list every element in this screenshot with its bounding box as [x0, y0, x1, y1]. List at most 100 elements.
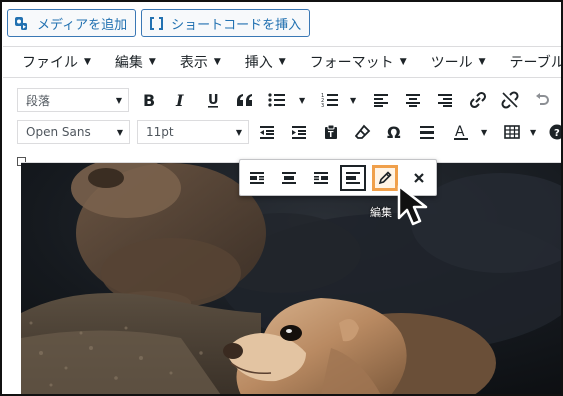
menu-table-label: テーブル: [509, 55, 563, 71]
paste-text-icon: T: [325, 124, 337, 139]
align-none-icon: [346, 172, 360, 184]
chevron-down-icon: ▼: [278, 57, 286, 67]
menu-insert-label: 挿入: [244, 55, 273, 71]
svg-text:A: A: [455, 124, 465, 140]
svg-text:U: U: [208, 93, 219, 108]
clear-formatting-icon: [355, 124, 371, 139]
special-character-button[interactable]: Ω: [383, 120, 407, 144]
chevron-down-icon: ▼: [399, 57, 407, 67]
media-icon: [14, 15, 31, 32]
toolbar-row-2: Open Sans ▼ 11pt ▼ T Ω A ▼ ▼ ?: [3, 115, 561, 151]
insert-shortcode-button[interactable]: ショートコードを挿入: [141, 9, 311, 37]
editor-window: メディアを追加 ショートコードを挿入 ファイル ▼ 編集 ▼ 表示 ▼ 挿入 ▼ フォー…: [0, 0, 563, 396]
menu-file[interactable]: ファイル ▼: [3, 52, 98, 72]
unlink-icon: [501, 91, 519, 109]
chevron-down-icon[interactable]: ▼: [299, 96, 305, 105]
chevron-down-icon: ▼: [235, 128, 242, 137]
svg-text:?: ?: [554, 128, 560, 139]
format-select[interactable]: 段落 ▼: [17, 88, 129, 112]
prairie-dog-photo[interactable]: [21, 163, 563, 395]
chevron-down-icon[interactable]: ▼: [481, 128, 487, 137]
align-center-button[interactable]: [401, 88, 425, 112]
insert-shortcode-label: ショートコードを挿入: [171, 17, 302, 33]
editor-menubar: ファイル ▼ 編集 ▼ 表示 ▼ 挿入 ▼ フォーマット ▼ ツール ▼ テーブル▼: [3, 46, 563, 78]
font-family-value: Open Sans: [26, 125, 91, 139]
undo-button[interactable]: [530, 88, 554, 112]
chevron-down-icon: ▼: [213, 57, 221, 67]
svg-text:Ω: Ω: [387, 124, 401, 140]
outdent-icon: [260, 126, 274, 139]
chevron-down-icon: ▼: [116, 128, 123, 137]
numbered-list-icon: 123: [321, 93, 338, 108]
underline-icon: U: [208, 93, 219, 108]
align-left-icon: [374, 94, 388, 107]
chevron-down-icon[interactable]: ▼: [530, 128, 536, 137]
help-button[interactable]: ?: [545, 120, 561, 144]
menu-edit-label: 編集: [114, 55, 143, 71]
menu-view[interactable]: 表示 ▼: [163, 52, 228, 72]
menu-table[interactable]: テーブル▼: [493, 52, 563, 72]
align-left-icon: [250, 172, 264, 184]
svg-text:3: 3: [321, 103, 324, 108]
font-family-select[interactable]: Open Sans ▼: [17, 120, 130, 144]
font-size-select[interactable]: 11pt ▼: [137, 120, 249, 144]
menu-view-label: 表示: [179, 55, 208, 71]
undo-icon: [536, 93, 549, 105]
image-align-left-button[interactable]: [244, 165, 270, 191]
chevron-down-icon[interactable]: ▼: [350, 96, 356, 105]
align-left-button[interactable]: [369, 88, 393, 112]
bullet-list-button[interactable]: [265, 88, 289, 112]
add-media-button[interactable]: メディアを追加: [7, 9, 137, 37]
blockquote-icon: [237, 94, 252, 106]
image-align-none-button[interactable]: [340, 165, 366, 191]
numbered-list-button[interactable]: 123: [318, 88, 342, 112]
link-icon: [469, 91, 487, 109]
align-right-icon: [314, 172, 328, 184]
indent-button[interactable]: [287, 120, 311, 144]
editor-content-area[interactable]: [21, 162, 563, 395]
menu-format-label: フォーマット: [309, 55, 394, 71]
horizontal-line-icon: [420, 126, 434, 139]
chevron-down-icon: ▼: [115, 96, 122, 105]
image-align-center-button[interactable]: [276, 165, 302, 191]
menu-insert[interactable]: 挿入 ▼: [228, 52, 293, 72]
svg-text:B: B: [143, 92, 155, 108]
chevron-down-icon: ▼: [148, 57, 156, 67]
link-button[interactable]: [466, 88, 490, 112]
align-center-icon: [406, 94, 420, 107]
outdent-button[interactable]: [255, 120, 279, 144]
shortcode-icon: [148, 15, 165, 32]
unlink-button[interactable]: [498, 88, 522, 112]
image-align-right-button[interactable]: [308, 165, 334, 191]
underline-button[interactable]: U: [201, 88, 225, 112]
table-icon: [504, 125, 520, 139]
menu-format[interactable]: フォーマット ▼: [293, 52, 414, 72]
format-select-value: 段落: [26, 93, 51, 108]
add-media-label: メディアを追加: [37, 17, 128, 33]
text-color-icon: A: [454, 124, 468, 140]
bold-button[interactable]: B: [137, 88, 161, 112]
bold-icon: B: [143, 92, 155, 108]
paste-text-button[interactable]: T: [319, 120, 343, 144]
toolbar-row-1: 段落 ▼ B I U ▼ 123 ▼: [3, 82, 561, 118]
align-center-icon: [282, 172, 296, 184]
menu-file-label: ファイル: [22, 55, 78, 71]
media-buttons-bar: メディアを追加 ショートコードを挿入: [7, 9, 311, 39]
edit-pencil-icon: [378, 171, 392, 185]
edit-tooltip: 編集: [370, 206, 392, 219]
special-character-icon: Ω: [387, 124, 401, 140]
italic-button[interactable]: I: [169, 88, 193, 112]
menu-tools[interactable]: ツール ▼: [414, 52, 493, 72]
clear-formatting-button[interactable]: [351, 120, 375, 144]
svg-text:T: T: [328, 130, 334, 139]
chevron-down-icon: ▼: [84, 57, 91, 67]
mouse-pointer-icon: [395, 182, 443, 234]
align-right-button[interactable]: [433, 88, 457, 112]
menu-edit[interactable]: 編集 ▼: [98, 52, 163, 72]
blockquote-button[interactable]: [233, 88, 257, 112]
indent-icon: [292, 126, 306, 139]
table-button[interactable]: [500, 120, 524, 144]
horizontal-line-button[interactable]: [415, 120, 439, 144]
text-color-button[interactable]: A: [449, 120, 473, 144]
align-right-icon: [438, 94, 452, 107]
